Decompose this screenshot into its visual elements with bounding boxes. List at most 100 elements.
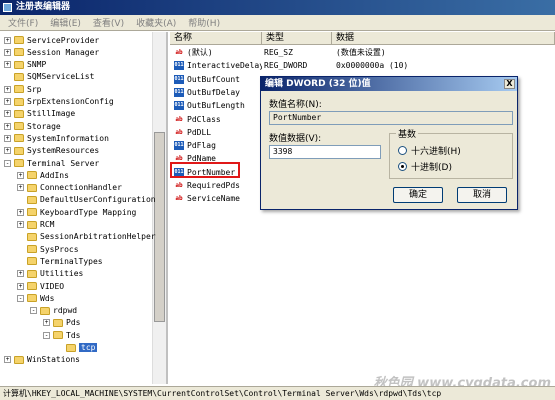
- tree-item[interactable]: + KeyboardType Mapping: [17, 206, 136, 218]
- hex-radio-row[interactable]: 十六进制(H): [398, 144, 461, 157]
- tree-item[interactable]: DefaultUserConfiguration: [17, 194, 156, 206]
- folder-icon: [27, 245, 37, 254]
- edit-dword-dialog: 编辑 DWORD (32 位)值 X 数值名称(N): PortNumber 数…: [260, 76, 518, 210]
- tree-item[interactable]: + Storage: [4, 120, 61, 132]
- tree-item[interactable]: + SystemResources: [4, 145, 99, 157]
- menu-edit[interactable]: 编辑(E): [44, 16, 87, 29]
- folder-icon: [14, 85, 24, 94]
- tree-item[interactable]: + VIDEO: [17, 280, 64, 292]
- value-data-input[interactable]: 3398: [269, 145, 381, 159]
- decimal-radio-row[interactable]: 十进制(D): [398, 160, 452, 173]
- tree-item[interactable]: + Utilities: [17, 268, 83, 280]
- tree-item-label: SessionArbitrationHelper: [40, 232, 156, 242]
- tree-item-label: Utilities: [40, 269, 84, 279]
- folder-icon: [27, 282, 37, 290]
- tree-item-label: TerminalTypes: [40, 256, 103, 266]
- close-icon[interactable]: X: [504, 79, 515, 89]
- menu-file[interactable]: 文件(F): [2, 16, 44, 29]
- value-row[interactable]: 011 InteractiveDelay REG_DWORD 0x0000000a (…: [170, 59, 555, 72]
- expand-icon[interactable]: +: [43, 319, 50, 327]
- tree-item-label: RCM: [40, 220, 55, 229]
- tree-item[interactable]: TerminalTypes: [17, 255, 103, 267]
- expand-icon[interactable]: +: [17, 171, 24, 179]
- collapse-icon[interactable]: -: [17, 294, 24, 302]
- expand-icon[interactable]: +: [4, 134, 11, 142]
- dialog-title: 编辑 DWORD (32 位)值: [265, 79, 371, 89]
- window-title: 注册表编辑器: [16, 2, 71, 12]
- tree-item[interactable]: tcp: [56, 342, 98, 354]
- tree-item[interactable]: + ConnectionHandler: [17, 182, 122, 194]
- tree-item[interactable]: + ServiceProvider: [4, 34, 99, 46]
- tree-item[interactable]: + WinStations: [4, 354, 80, 366]
- tree-item-label: Terminal Server: [27, 158, 100, 168]
- tree-item-label: KeyboardType Mapping: [40, 207, 137, 217]
- expand-icon[interactable]: +: [4, 98, 11, 105]
- cancel-button[interactable]: 取消: [457, 187, 507, 203]
- tree-item[interactable]: + SrpExtensionConfig: [4, 96, 114, 108]
- folder-icon: [27, 195, 37, 204]
- expand-icon[interactable]: +: [4, 122, 11, 130]
- tree-item[interactable]: + SNMP: [4, 59, 46, 71]
- expand-icon[interactable]: +: [4, 61, 11, 69]
- collapse-icon[interactable]: -: [4, 159, 11, 167]
- tree-item[interactable]: + Pds: [43, 317, 80, 329]
- expand-icon[interactable]: +: [4, 110, 11, 118]
- expand-icon[interactable]: +: [17, 184, 24, 192]
- expand-icon[interactable]: +: [4, 147, 11, 155]
- registry-tree[interactable]: + ServiceProvider + Session Manager + SNMP SQM…: [0, 32, 168, 384]
- column-data-header[interactable]: 数据: [332, 32, 555, 44]
- ok-button[interactable]: 确定: [393, 187, 443, 203]
- folder-icon: [27, 232, 37, 241]
- tree-item[interactable]: - Tds: [43, 329, 80, 341]
- column-name-header[interactable]: 名称: [170, 32, 262, 44]
- folder-icon: [14, 109, 24, 118]
- tree-item[interactable]: SQMServiceList: [4, 71, 94, 83]
- expand-icon[interactable]: +: [17, 221, 24, 228]
- value-data: 0x0000000a (10): [336, 61, 409, 71]
- tree-item-label: DefaultUserConfiguration: [40, 195, 156, 205]
- tree-scrollbar[interactable]: [152, 32, 166, 384]
- tree-item[interactable]: + Srp: [4, 83, 41, 95]
- tree-item[interactable]: SysProcs: [17, 243, 79, 255]
- expand-icon[interactable]: +: [17, 270, 24, 278]
- value-row[interactable]: ab (默认) REG_SZ (数值未设置): [170, 46, 555, 59]
- expand-icon[interactable]: +: [4, 356, 11, 364]
- tree-item[interactable]: - Terminal Server: [4, 157, 99, 169]
- tree-item[interactable]: + StillImage: [4, 108, 75, 120]
- tree-item-label: SrpExtensionConfig: [27, 97, 114, 106]
- value-name: OutBufCount: [187, 74, 240, 84]
- tree-item-label: Storage: [27, 121, 61, 131]
- menu-view[interactable]: 查看(V): [87, 16, 130, 29]
- tree-item[interactable]: + SystemInformation: [4, 132, 109, 144]
- value-name-cell: 011 PdFlag: [170, 141, 262, 151]
- value-type: REG_DWORD: [264, 61, 308, 71]
- expand-icon[interactable]: +: [17, 208, 24, 216]
- value-name-cell: ab (默认): [170, 47, 262, 58]
- tree-item[interactable]: SessionArbitrationHelper: [17, 231, 156, 243]
- expand-icon[interactable]: +: [4, 85, 11, 93]
- status-bar: 计算机\HKEY_LOCAL_MACHINE\SYSTEM\CurrentCon…: [0, 386, 555, 400]
- folder-icon: [27, 171, 37, 180]
- value-name-cell: 011 InteractiveDelay: [170, 61, 262, 71]
- hex-radio[interactable]: [398, 146, 407, 155]
- menu-bar: 文件(F) 编辑(E) 查看(V) 收藏夹(A) 帮助(H): [0, 15, 555, 31]
- menu-favorites[interactable]: 收藏夹(A): [130, 16, 182, 29]
- tree-item[interactable]: - rdpwd: [30, 305, 77, 317]
- expand-icon[interactable]: +: [17, 282, 24, 290]
- column-type-header[interactable]: 类型: [262, 32, 332, 44]
- tree-item[interactable]: + AddIns: [17, 169, 69, 181]
- folder-icon: [14, 60, 24, 69]
- folder-icon: [27, 208, 37, 217]
- tree-scrollbar-thumb[interactable]: [154, 132, 165, 322]
- decimal-radio[interactable]: [398, 162, 407, 171]
- expand-icon[interactable]: +: [4, 36, 11, 44]
- collapse-icon[interactable]: -: [30, 307, 37, 315]
- tree-item[interactable]: + Session Manager: [4, 46, 99, 58]
- collapse-icon[interactable]: -: [43, 331, 50, 339]
- menu-help[interactable]: 帮助(H): [182, 16, 226, 29]
- tree-item[interactable]: + RCM: [17, 219, 54, 231]
- value-data: (数值未设置): [336, 48, 386, 57]
- expand-icon[interactable]: +: [4, 48, 11, 56]
- base-groupbox: 基数 十六进制(H) 十进制(D): [389, 127, 513, 179]
- tree-item[interactable]: - Wds: [17, 292, 54, 304]
